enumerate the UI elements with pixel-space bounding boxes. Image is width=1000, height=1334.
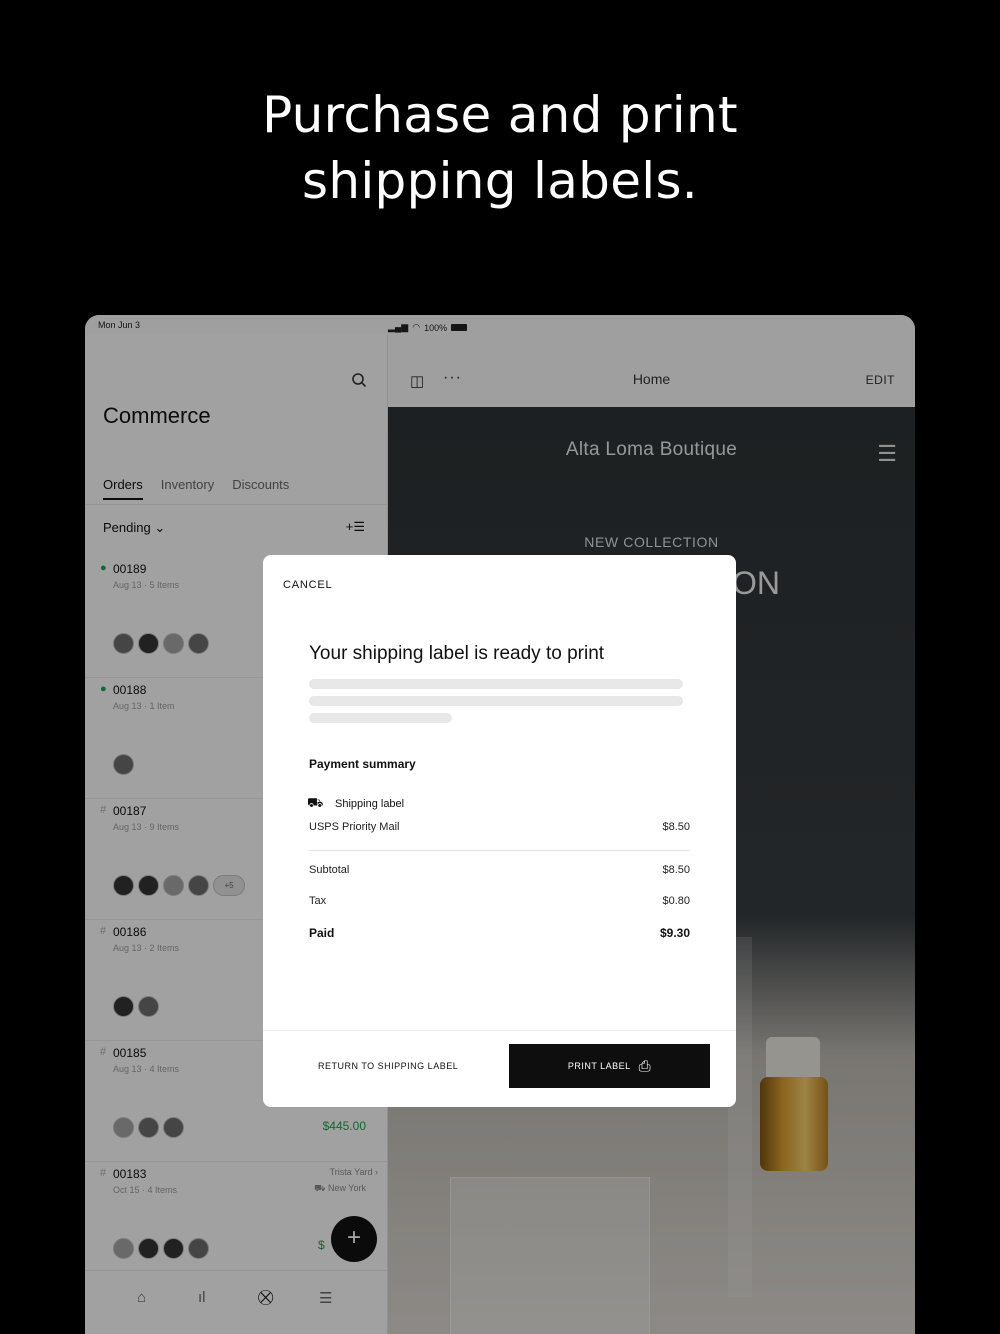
return-to-shipping-label-button[interactable]: RETURN TO SHIPPING LABEL — [318, 1061, 458, 1071]
truck-icon: ⛟ — [307, 795, 324, 810]
print-label-button[interactable]: PRINT LABEL ⎙ — [509, 1044, 710, 1088]
shipping-label-modal: CANCEL Your shipping label is ready to p… — [263, 555, 736, 1107]
printer-icon: ⎙ — [638, 1057, 652, 1075]
shipping-service: USPS Priority Mail — [309, 821, 400, 833]
summary-divider — [309, 850, 690, 851]
subtotal-label: Subtotal — [309, 864, 350, 876]
modal-footer: RETURN TO SHIPPING LABEL PRINT LABEL ⎙ — [263, 1030, 736, 1107]
paid-label: Paid — [309, 926, 335, 940]
headline-line-2: shipping labels. — [302, 152, 698, 210]
tax-label: Tax — [309, 895, 327, 907]
print-label-text: PRINT LABEL — [567, 1061, 631, 1071]
cancel-button[interactable]: CANCEL — [283, 579, 332, 591]
placeholder-line — [309, 696, 683, 706]
placeholder-line — [309, 679, 683, 689]
placeholder-line — [309, 713, 452, 723]
headline: Purchase and print shipping labels. — [0, 82, 1000, 214]
tax-value: $0.80 — [662, 895, 690, 907]
shipping-label-item: Shipping label — [335, 798, 405, 810]
payment-summary-heading: Payment summary — [309, 757, 416, 771]
shipping-service-price: $8.50 — [662, 821, 690, 833]
subtotal-value: $8.50 — [662, 864, 690, 876]
paid-value: $9.30 — [659, 926, 690, 940]
modal-title: Your shipping label is ready to print — [309, 643, 605, 664]
headline-line-1: Purchase and print — [262, 86, 738, 144]
